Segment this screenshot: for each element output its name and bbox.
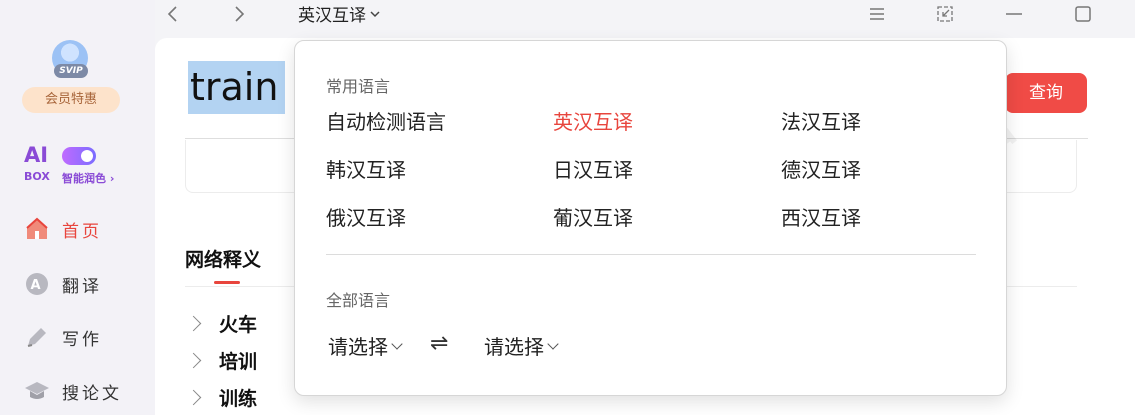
definition-text: 培训 — [219, 351, 258, 373]
option-pt-zh[interactable]: 葡汉互译 — [553, 202, 633, 231]
shrink-icon[interactable] — [935, 4, 955, 29]
definition-item[interactable]: 训练 — [185, 384, 258, 411]
chevron-down-icon — [547, 337, 559, 350]
definition-text: 训练 — [219, 388, 258, 410]
option-de-zh[interactable]: 德汉互译 — [781, 154, 861, 183]
section-title[interactable]: 网络释义 — [185, 245, 261, 272]
svg-text:A: A — [30, 278, 43, 293]
hamburger-icon[interactable] — [868, 4, 886, 29]
language-dropdown: 常用语言 自动检测语言 英汉互译 法汉互译 韩汉互译 日汉互译 德汉互译 俄汉互… — [294, 40, 1007, 396]
maximize-icon[interactable] — [1074, 4, 1092, 29]
option-en-zh[interactable]: 英汉互译 — [553, 106, 633, 135]
sidebar-item-label: 翻译 — [62, 276, 102, 297]
chevron-down-icon — [370, 10, 380, 17]
option-ko-zh[interactable]: 韩汉互译 — [326, 154, 406, 183]
ai-box-logo[interactable]: AI — [24, 144, 54, 166]
definition-text: 火车 — [219, 314, 258, 336]
minimize-icon[interactable] — [1005, 4, 1023, 29]
sidebar-item-home[interactable]: 首页 — [24, 214, 102, 244]
swap-languages-icon[interactable]: ⇌ — [430, 331, 448, 356]
chevron-right-icon[interactable] — [231, 4, 247, 29]
sidebar-item-translate[interactable]: A 翻译 — [24, 269, 102, 299]
chevron-left-icon[interactable] — [165, 4, 181, 29]
option-auto-detect[interactable]: 自动检测语言 — [326, 106, 446, 135]
option-ru-zh[interactable]: 俄汉互译 — [326, 202, 406, 231]
option-ja-zh[interactable]: 日汉互译 — [553, 154, 633, 183]
translate-icon: A — [24, 271, 50, 297]
chevron-down-icon — [391, 337, 403, 350]
search-input[interactable]: train — [188, 61, 285, 114]
sidebar: SVIP 会员特惠 AI BOX 智能润色 › 首页 A 翻译 写作 搜论文 — [0, 0, 155, 415]
language-mode-label: 英汉互译 — [298, 6, 366, 26]
ai-polish-link[interactable]: 智能润色 › — [62, 170, 114, 186]
sidebar-item-label: 搜论文 — [62, 383, 122, 404]
ai-box-sub-label: BOX — [24, 170, 50, 183]
target-language-select[interactable]: 请选择 — [484, 331, 559, 360]
definition-item[interactable]: 火车 — [185, 310, 258, 337]
option-es-zh[interactable]: 西汉互译 — [781, 202, 861, 231]
divider — [326, 254, 976, 255]
sidebar-item-write[interactable]: 写作 — [24, 322, 102, 352]
chevron-right-icon[interactable] — [185, 352, 202, 369]
title-bar: 英汉互译 — [155, 0, 1135, 38]
sidebar-item-label: 首页 — [62, 221, 102, 242]
graduation-cap-icon — [24, 378, 50, 404]
sidebar-item-label: 写作 — [62, 329, 102, 350]
vip-offer-button[interactable]: 会员特惠 — [22, 87, 120, 113]
language-mode-selector[interactable]: 英汉互译 — [298, 1, 381, 26]
chevron-right-icon[interactable] — [185, 389, 202, 406]
chevron-right-icon[interactable] — [185, 315, 202, 332]
source-language-select[interactable]: 请选择 — [328, 331, 403, 360]
all-languages-label: 全部语言 — [326, 291, 391, 310]
target-language-value: 请选择 — [484, 335, 544, 359]
source-language-value: 请选择 — [328, 335, 388, 359]
definition-item[interactable]: 培训 — [185, 347, 258, 374]
home-icon — [24, 216, 50, 242]
tab-indicator — [214, 281, 240, 284]
pen-icon — [24, 324, 50, 350]
search-button[interactable]: 查询 — [1005, 73, 1087, 113]
sidebar-item-papers[interactable]: 搜论文 — [24, 376, 122, 406]
ai-toggle-icon[interactable] — [62, 147, 96, 165]
common-languages-label: 常用语言 — [326, 77, 391, 96]
option-fr-zh[interactable]: 法汉互译 — [781, 106, 861, 135]
svip-badge: SVIP — [54, 64, 88, 78]
